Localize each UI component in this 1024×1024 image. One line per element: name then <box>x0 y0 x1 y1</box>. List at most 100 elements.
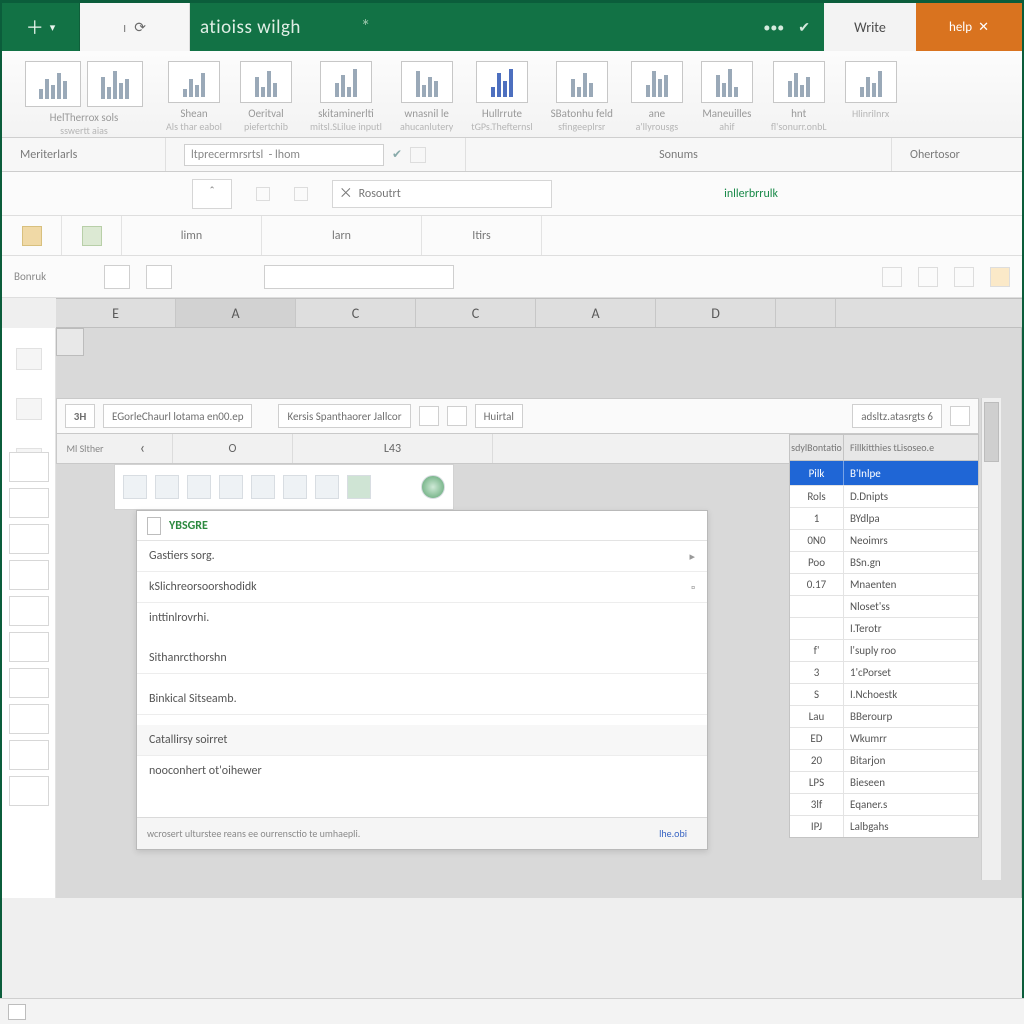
help-tab[interactable]: help ✕ <box>916 3 1022 51</box>
gutter-thumb-icon[interactable] <box>16 348 42 370</box>
command-box[interactable]: ⨉ Rosoutrt <box>332 180 552 208</box>
inner-toolbar-button-4[interactable]: adsltz.atasrgts 6 <box>852 404 942 428</box>
column-header[interactable]: A <box>176 299 296 327</box>
data-row[interactable]: 0N0Neoimrs <box>790 529 978 551</box>
square-icon[interactable] <box>950 406 970 426</box>
tool-icon[interactable] <box>187 475 211 499</box>
data-panel-col2[interactable]: B'Inlpe <box>844 461 978 485</box>
tool-icon[interactable] <box>123 475 147 499</box>
sheet-thumb[interactable] <box>9 596 49 626</box>
dialog-field[interactable]: nooconhert ot'oihewer <box>137 756 707 786</box>
square-icon[interactable] <box>447 406 467 426</box>
data-row[interactable]: PooBSn.gn <box>790 551 978 573</box>
ribbon-group-5[interactable]: Hullrrute tGPs.Thefternsl <box>465 61 538 137</box>
tool-icon[interactable] <box>251 475 275 499</box>
vertical-scrollbar[interactable] <box>981 398 1001 880</box>
worksheet-area[interactable]: 3H EGorleChaurl lotama en00.ep Kersis Sp… <box>56 328 1022 898</box>
table-icon[interactable] <box>918 267 938 287</box>
data-row[interactable]: I.Terotr <box>790 617 978 639</box>
ribbon-group-2[interactable]: Oeritval piefertchib <box>234 61 298 137</box>
data-row[interactable]: 20Bitarjon <box>790 749 978 771</box>
column-header[interactable]: C <box>416 299 536 327</box>
collapse-button[interactable]: ＾ <box>192 179 232 209</box>
mode-tab-write[interactable]: Write <box>824 3 916 51</box>
column-header[interactable]: A <box>536 299 656 327</box>
dialog-ok-button[interactable]: lhe.obi <box>649 825 697 842</box>
flag-icon[interactable] <box>22 226 42 246</box>
sheet-thumb[interactable] <box>9 488 49 518</box>
ribbon-group-4[interactable]: wnasnil le ahucanlutery <box>394 61 459 137</box>
data-row[interactable]: LPSBieseen <box>790 771 978 793</box>
tool-icon[interactable] <box>219 475 243 499</box>
column-header[interactable]: D <box>656 299 776 327</box>
formula-bar[interactable] <box>264 265 454 289</box>
sheet-thumb[interactable] <box>9 524 49 554</box>
inner-tab-b[interactable]: L43 <box>293 434 493 463</box>
inner-tab-a[interactable]: O <box>173 434 293 463</box>
ribbon-group-6[interactable]: SBatonhu feld sfingeeplrsr <box>545 61 619 137</box>
help-close-icon[interactable]: ✕ <box>978 20 989 35</box>
scrollbar-thumb[interactable] <box>984 402 999 462</box>
ribbon-item-label[interactable]: limn <box>181 229 202 243</box>
new-tab-button[interactable]: ＋ ▾ <box>2 3 80 51</box>
pencil-icon[interactable] <box>410 147 426 163</box>
ribbon-item-label[interactable]: larn <box>332 229 351 243</box>
sheet-thumb[interactable] <box>9 704 49 734</box>
row-number-button[interactable]: 3H <box>65 404 95 428</box>
status-link[interactable]: inllerbrrulk <box>724 187 778 201</box>
data-row[interactable]: 3lfEqaner.s <box>790 793 978 815</box>
data-row[interactable]: RolsD.Dnipts <box>790 485 978 507</box>
sync-dot-icon[interactable]: ••• <box>763 19 784 36</box>
ribbon-group-7[interactable]: ane a'llyrousgs <box>625 61 689 137</box>
dialog-field[interactable]: Binkical Sitseamb. <box>137 684 707 715</box>
tool-icon[interactable] <box>155 475 179 499</box>
ribbon-group-1[interactable]: Shean Als thar eabol <box>160 61 228 137</box>
check-icon[interactable]: ✔ <box>798 19 810 36</box>
select-all-corner[interactable] <box>56 328 84 356</box>
data-row[interactable]: SI.Nchoestk <box>790 683 978 705</box>
data-row[interactable]: Nloset'ss <box>790 595 978 617</box>
dialog-field[interactable]: Catallirsy soirret <box>137 725 707 756</box>
chart-icon[interactable] <box>882 267 902 287</box>
dialog-field[interactable]: inttinlrovrhi. <box>137 603 707 633</box>
inner-toolbar-button-1[interactable]: EGorleChaurl lotama en00.ep <box>103 404 252 428</box>
sheet-thumb[interactable] <box>9 776 49 806</box>
column-header[interactable] <box>776 299 836 327</box>
panel-thumb-icon[interactable] <box>146 265 172 289</box>
data-panel-col1[interactable]: Pilk <box>790 461 844 485</box>
sheet-thumb[interactable] <box>9 668 49 698</box>
back-button[interactable]: ‹ <box>113 434 173 463</box>
inner-toolbar-button-3[interactable]: Huirtal <box>475 404 523 428</box>
tool-icon[interactable] <box>315 475 339 499</box>
tool-icon[interactable] <box>283 475 307 499</box>
gutter-thumb-icon[interactable] <box>16 398 42 420</box>
dialog-field[interactable]: kSlichreorsoorshodidk▫ <box>137 572 707 603</box>
sheet-thumb[interactable] <box>9 632 49 662</box>
data-row[interactable]: LauBBerourp <box>790 705 978 727</box>
panel-thumb-icon[interactable] <box>104 265 130 289</box>
pin-icon[interactable] <box>256 187 270 201</box>
ribbon-group-3[interactable]: skitaminerlti mitsl.SLilue inputl <box>304 61 388 137</box>
sheet-thumb[interactable] <box>9 560 49 590</box>
flag-icon[interactable] <box>294 187 308 201</box>
sheet-thumb[interactable] <box>9 740 49 770</box>
sheet-icon[interactable] <box>8 1004 26 1020</box>
active-tab[interactable]: ı ⟳ <box>80 3 190 51</box>
data-row[interactable]: f'l'suply roo <box>790 639 978 661</box>
column-header[interactable]: E <box>56 299 176 327</box>
column-header[interactable]: C <box>296 299 416 327</box>
inner-toolbar-button-2[interactable]: Kersis Spanthaorer Jallcor <box>278 404 410 428</box>
data-row[interactable]: 31'cPorset <box>790 661 978 683</box>
dialog-field[interactable]: Sithanrcthorshn <box>137 643 707 674</box>
tool-icon[interactable] <box>347 475 371 499</box>
ribbon-item-label[interactable]: Itirs <box>472 229 490 243</box>
dialog-field[interactable]: Gastiers sorg.▸ <box>137 541 707 572</box>
data-row[interactable]: 0.17Mnaenten <box>790 573 978 595</box>
lamp-icon[interactable] <box>990 267 1010 287</box>
data-row[interactable]: IPJLalbgahs <box>790 815 978 837</box>
data-row[interactable]: 1BYdlpa <box>790 507 978 529</box>
filter-icon[interactable] <box>954 267 974 287</box>
sheet-thumb[interactable] <box>9 452 49 482</box>
shape-icon[interactable] <box>82 226 102 246</box>
ribbon-group-8[interactable]: Maneuilles ahif <box>695 61 759 137</box>
